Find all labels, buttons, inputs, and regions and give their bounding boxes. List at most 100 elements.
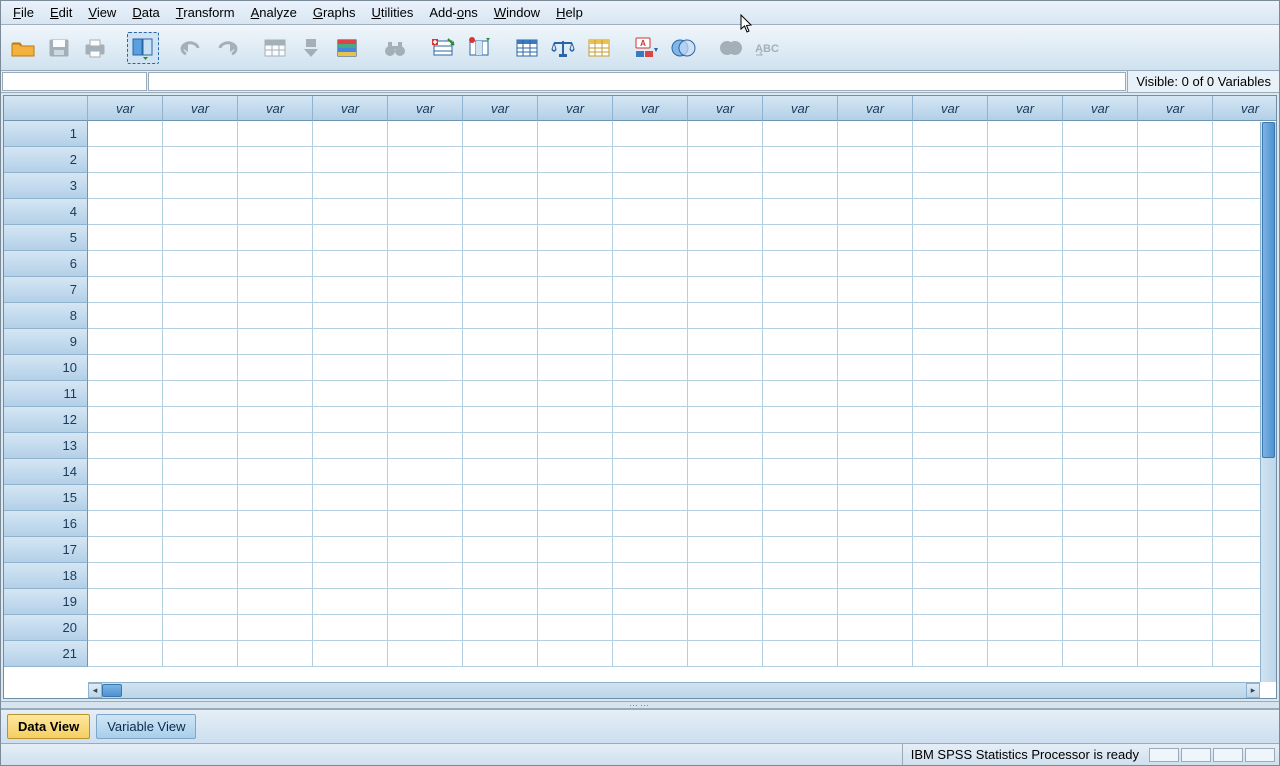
- row-header[interactable]: 6: [4, 251, 88, 277]
- cell[interactable]: [313, 277, 388, 303]
- cell[interactable]: [388, 485, 463, 511]
- cell[interactable]: [388, 225, 463, 251]
- cell[interactable]: [763, 329, 838, 355]
- cell[interactable]: [313, 225, 388, 251]
- column-header[interactable]: var: [238, 96, 313, 121]
- cell[interactable]: [238, 251, 313, 277]
- cell[interactable]: [1063, 537, 1138, 563]
- cell[interactable]: [1138, 381, 1213, 407]
- cell[interactable]: [388, 589, 463, 615]
- cell[interactable]: [988, 277, 1063, 303]
- cell[interactable]: [1063, 563, 1138, 589]
- cell[interactable]: [463, 381, 538, 407]
- cell[interactable]: [313, 121, 388, 147]
- cell[interactable]: [463, 485, 538, 511]
- column-header[interactable]: var: [1213, 96, 1277, 121]
- cell[interactable]: [463, 433, 538, 459]
- cell[interactable]: [1138, 537, 1213, 563]
- cell[interactable]: [463, 459, 538, 485]
- cell[interactable]: [763, 199, 838, 225]
- cell[interactable]: [238, 641, 313, 667]
- cell[interactable]: [613, 355, 688, 381]
- cell[interactable]: [463, 329, 538, 355]
- cell[interactable]: [1138, 225, 1213, 251]
- cell[interactable]: [613, 615, 688, 641]
- cell[interactable]: [388, 381, 463, 407]
- cell[interactable]: [613, 173, 688, 199]
- cell[interactable]: [763, 121, 838, 147]
- cell[interactable]: [838, 355, 913, 381]
- cell[interactable]: [538, 537, 613, 563]
- cell[interactable]: [613, 199, 688, 225]
- cell[interactable]: [988, 563, 1063, 589]
- cell[interactable]: [388, 251, 463, 277]
- row-header[interactable]: 20: [4, 615, 88, 641]
- cell[interactable]: [538, 563, 613, 589]
- column-header[interactable]: var: [388, 96, 463, 121]
- tab-data-view[interactable]: Data View: [7, 714, 90, 739]
- cell[interactable]: [388, 355, 463, 381]
- cell[interactable]: [538, 615, 613, 641]
- cell[interactable]: [88, 355, 163, 381]
- cell[interactable]: [313, 173, 388, 199]
- cell[interactable]: [163, 147, 238, 173]
- cell[interactable]: [613, 251, 688, 277]
- insert-cases-icon[interactable]: [427, 32, 459, 64]
- cell[interactable]: [913, 173, 988, 199]
- cell[interactable]: [88, 641, 163, 667]
- cell[interactable]: [1138, 251, 1213, 277]
- cell[interactable]: [313, 615, 388, 641]
- cell[interactable]: [763, 511, 838, 537]
- cell[interactable]: [688, 537, 763, 563]
- cell[interactable]: [688, 563, 763, 589]
- row-header[interactable]: 2: [4, 147, 88, 173]
- cell[interactable]: [88, 225, 163, 251]
- cell[interactable]: [763, 485, 838, 511]
- cell[interactable]: [88, 615, 163, 641]
- cell[interactable]: [913, 563, 988, 589]
- cell[interactable]: [88, 199, 163, 225]
- column-header[interactable]: var: [913, 96, 988, 121]
- cell[interactable]: [163, 329, 238, 355]
- insert-variable-icon[interactable]: [463, 32, 495, 64]
- cell[interactable]: [163, 225, 238, 251]
- cell[interactable]: [538, 147, 613, 173]
- cell[interactable]: [238, 121, 313, 147]
- cell[interactable]: [163, 459, 238, 485]
- cell[interactable]: [688, 615, 763, 641]
- cell[interactable]: [1138, 121, 1213, 147]
- cell[interactable]: [1063, 511, 1138, 537]
- cell[interactable]: [463, 199, 538, 225]
- cell[interactable]: [763, 589, 838, 615]
- cell[interactable]: [313, 251, 388, 277]
- cell[interactable]: [763, 381, 838, 407]
- cell[interactable]: [163, 251, 238, 277]
- cell[interactable]: [613, 433, 688, 459]
- cell[interactable]: [763, 251, 838, 277]
- cell[interactable]: [613, 303, 688, 329]
- row-header[interactable]: 15: [4, 485, 88, 511]
- cell[interactable]: [313, 537, 388, 563]
- cell[interactable]: [913, 407, 988, 433]
- value-labels-icon[interactable]: A: [631, 32, 663, 64]
- cell[interactable]: [1063, 459, 1138, 485]
- cell[interactable]: [988, 251, 1063, 277]
- cell[interactable]: [838, 147, 913, 173]
- cell[interactable]: [388, 459, 463, 485]
- cell[interactable]: [88, 173, 163, 199]
- cell[interactable]: [1138, 433, 1213, 459]
- cell[interactable]: [538, 459, 613, 485]
- cell[interactable]: [463, 121, 538, 147]
- weight-cases-icon[interactable]: [547, 32, 579, 64]
- cell[interactable]: [688, 407, 763, 433]
- cell[interactable]: [1063, 251, 1138, 277]
- menu-file[interactable]: File: [5, 3, 42, 22]
- cell[interactable]: [163, 511, 238, 537]
- vertical-scroll-thumb[interactable]: [1262, 122, 1275, 458]
- column-header[interactable]: var: [988, 96, 1063, 121]
- cell[interactable]: [613, 563, 688, 589]
- open-file-icon[interactable]: [7, 32, 39, 64]
- cell[interactable]: [313, 303, 388, 329]
- cell[interactable]: [763, 615, 838, 641]
- grid-corner[interactable]: [4, 96, 88, 121]
